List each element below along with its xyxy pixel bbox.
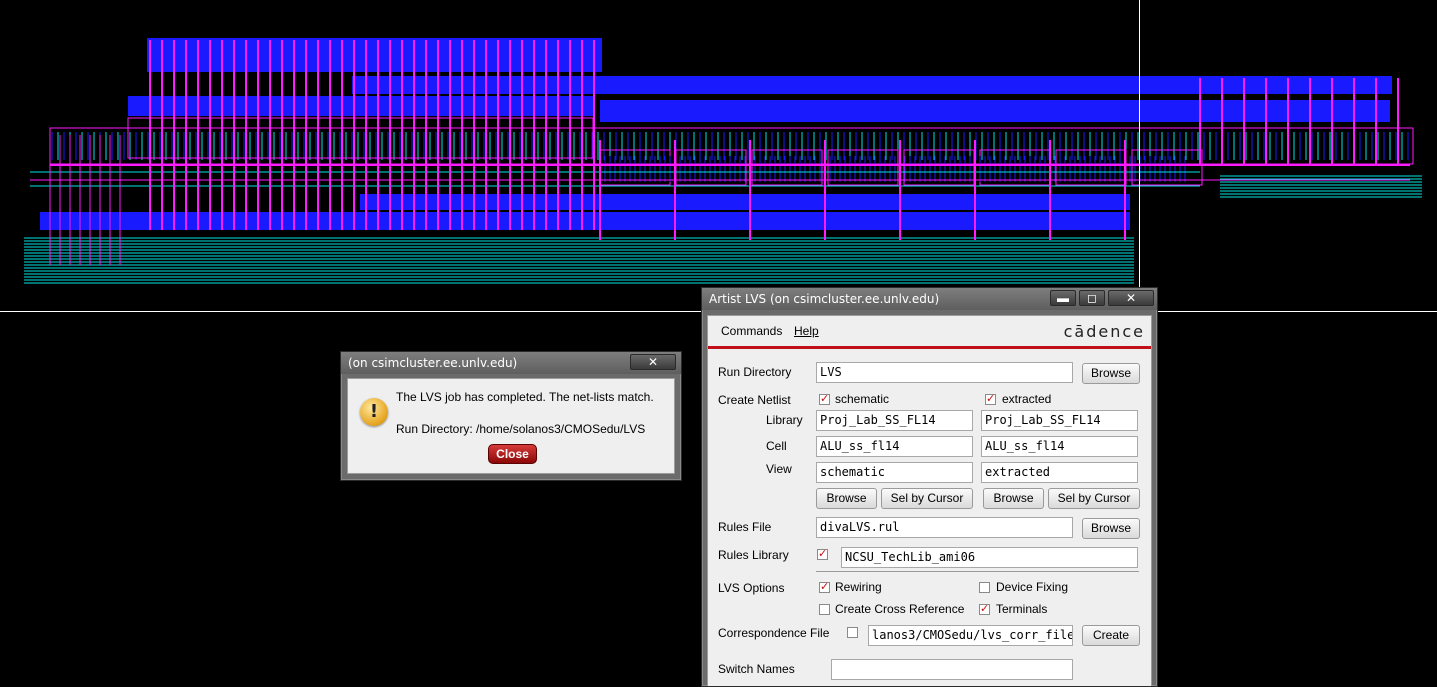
run-directory-input[interactable]: LVS: [816, 362, 1073, 383]
cell-label: Cell: [766, 439, 787, 453]
lvs-complete-dialog: (on csimcluster.ee.unlv.edu) ✕ ! The LVS…: [340, 351, 682, 481]
menu-help[interactable]: Help: [794, 324, 819, 338]
library-label: Library: [766, 413, 803, 427]
dialog-close-icon[interactable]: ✕: [630, 354, 676, 370]
rules-library-checkbox[interactable]: ✓: [817, 549, 828, 560]
extracted-library-input[interactable]: Proj_Lab_SS_FL14: [981, 410, 1138, 431]
rules-file-input[interactable]: divaLVS.rul: [816, 517, 1073, 538]
lvs-options-label: LVS Options: [718, 581, 785, 595]
dialog-body: ! The LVS job has completed. The net-lis…: [347, 378, 675, 474]
create-cross-reference-checkbox[interactable]: [819, 604, 830, 615]
create-button[interactable]: Create: [1082, 625, 1140, 646]
schematic-checkbox[interactable]: ✓: [819, 394, 830, 405]
extracted-browse-button[interactable]: Browse: [983, 488, 1044, 509]
divider: [816, 571, 1139, 572]
correspondence-file-input[interactable]: lanos3/CMOSedu/lvs_corr_file: [868, 625, 1073, 646]
layout-geometry: [24, 38, 1422, 284]
rewiring-checkbox[interactable]: ✓: [819, 582, 830, 593]
terminals-checkbox[interactable]: ✓: [979, 604, 990, 615]
extracted-checkbox[interactable]: ✓: [985, 394, 996, 405]
rules-file-browse-button[interactable]: Browse: [1082, 518, 1140, 539]
rewiring-label: Rewiring: [835, 580, 882, 594]
warning-icon: !: [360, 398, 388, 426]
run-directory-label: Run Directory: [718, 365, 792, 379]
extracted-view-input[interactable]: extracted: [981, 462, 1138, 483]
create-netlist-label: Create Netlist: [718, 393, 791, 407]
switch-names-input[interactable]: [831, 659, 1073, 680]
window-close-icon[interactable]: ✕: [1108, 290, 1154, 306]
dialog-run-directory: Run Directory: /home/solanos3/CMOSedu/LV…: [396, 422, 646, 436]
maximize-icon[interactable]: ◻: [1079, 290, 1105, 306]
lvs-form: Commands Help cādence Run Directory LVS …: [707, 315, 1152, 686]
correspondence-file-label: Correspondence File: [718, 626, 830, 640]
device-fixing-checkbox[interactable]: [979, 582, 990, 593]
rules-library-input[interactable]: NCSU_TechLib_ami06: [841, 547, 1138, 568]
extracted-checkbox-label: extracted: [1002, 392, 1052, 406]
create-cross-reference-label: Create Cross Reference: [835, 602, 965, 616]
terminals-label: Terminals: [996, 602, 1048, 616]
schematic-sel-by-cursor-button[interactable]: Sel by Cursor: [881, 488, 973, 509]
view-label: View: [766, 462, 792, 476]
close-button[interactable]: Close: [488, 444, 537, 464]
menu-commands[interactable]: Commands: [721, 324, 782, 338]
extracted-cell-input[interactable]: ALU_ss_fl14: [981, 436, 1138, 457]
switch-names-label: Switch Names: [718, 662, 795, 676]
minimize-icon[interactable]: ▬: [1050, 290, 1076, 306]
device-fixing-label: Device Fixing: [996, 580, 1069, 594]
correspondence-file-checkbox[interactable]: [847, 627, 858, 638]
schematic-library-input[interactable]: Proj_Lab_SS_FL14: [816, 410, 973, 431]
rules-file-label: Rules File: [718, 520, 772, 534]
dialog-message: The LVS job has completed. The net-lists…: [396, 390, 654, 404]
cursor-crosshair-vertical: [1139, 0, 1140, 311]
rules-library-label: Rules Library: [718, 548, 789, 562]
schematic-view-input[interactable]: schematic: [816, 462, 973, 483]
menu-bar: Commands Help cādence: [708, 316, 1151, 349]
cadence-logo: cādence: [1063, 322, 1145, 341]
schematic-checkbox-label: schematic: [835, 392, 890, 406]
schematic-browse-button[interactable]: Browse: [816, 488, 877, 509]
artist-lvs-window: Artist LVS (on csimcluster.ee.unlv.edu) …: [701, 287, 1158, 687]
run-directory-browse-button[interactable]: Browse: [1082, 363, 1140, 384]
schematic-cell-input[interactable]: ALU_ss_fl14: [816, 436, 973, 457]
extracted-sel-by-cursor-button[interactable]: Sel by Cursor: [1048, 488, 1140, 509]
